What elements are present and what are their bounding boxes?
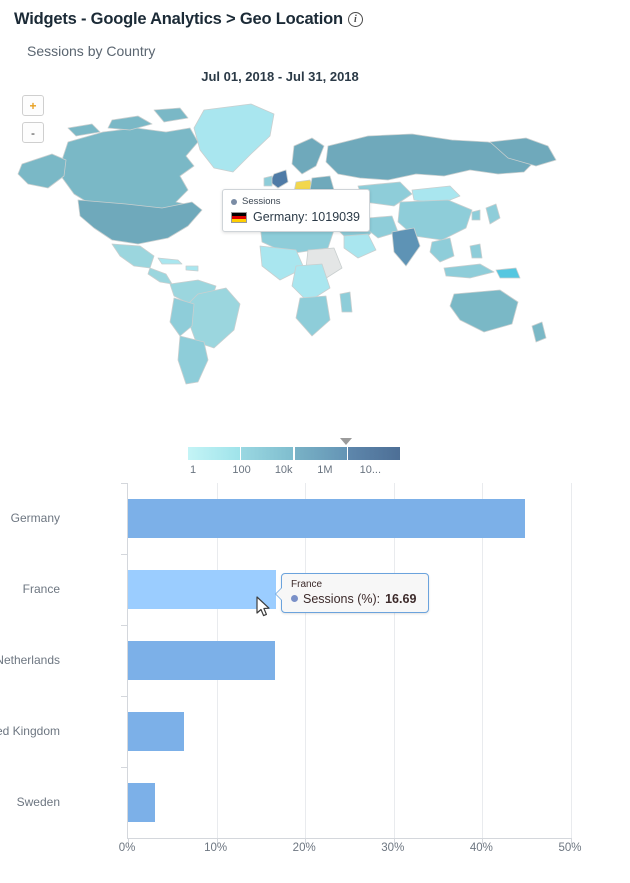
page-header: Widgets - Google Analytics > Geo Locatio…	[0, 0, 630, 29]
y-axis-tick	[121, 767, 128, 768]
map-tooltip-value-row: Germany: 1019039	[231, 210, 361, 224]
map-tooltip-value: Germany: 1019039	[253, 210, 361, 224]
map-region-australia[interactable]	[449, 289, 519, 333]
y-axis-label: France	[22, 582, 60, 596]
legend-label-1: 100	[232, 464, 251, 476]
plus-icon: +	[29, 98, 37, 113]
bar-chart-tooltip: France Sessions (%): 16.69	[275, 573, 429, 613]
map-panel: Sessions by Country Jul 01, 2018 - Jul 3…	[0, 43, 630, 476]
map-subtitle: Sessions by Country	[27, 43, 156, 59]
x-axis-label: 40%	[469, 842, 493, 854]
bar-row[interactable]: United Kingdom	[0, 696, 571, 767]
map-region-central-america[interactable]	[147, 267, 173, 285]
sessions-by-country-bar-chart: Germany France Netherlands United Kingdom Sw…	[0, 478, 630, 878]
tooltip-pointer	[276, 588, 282, 600]
legend-label-3: 1M	[317, 464, 333, 476]
y-axis-label: Sweden	[16, 795, 60, 809]
map-region-sea-indochina[interactable]	[429, 237, 455, 263]
map-region-arctic-isl-1[interactable]	[107, 115, 153, 131]
page-title: Widgets - Google Analytics > Geo Locatio…	[14, 10, 343, 28]
map-region-ireland[interactable]	[263, 175, 273, 187]
map-region-indonesia[interactable]	[443, 263, 495, 279]
y-axis-label: Germany	[10, 511, 60, 525]
bar-row[interactable]: Germany	[11, 483, 571, 554]
world-choropleth-map[interactable]	[8, 98, 564, 398]
y-axis-tick	[121, 625, 128, 626]
map-region-usa[interactable]	[77, 199, 203, 245]
legend-band-2	[241, 447, 294, 460]
map-region-new-zealand[interactable]	[531, 321, 547, 343]
y-axis-tick	[121, 554, 128, 555]
legend-band-3	[294, 447, 347, 460]
map-date-range: Jul 01, 2018 - Jul 31, 2018	[201, 69, 359, 84]
bar-tooltip-title: France	[291, 579, 323, 590]
bar-row[interactable]: Netherlands	[0, 625, 571, 696]
y-axis-tick	[121, 483, 128, 484]
map-tooltip-series: Sessions	[231, 196, 361, 207]
y-axis-label: Netherlands	[0, 653, 60, 667]
mouse-pointer-icon	[256, 596, 270, 617]
x-axis-label: 20%	[292, 842, 316, 854]
y-axis-label: United Kingdom	[0, 724, 60, 738]
map-region-hispaniola[interactable]	[185, 265, 199, 272]
map-region-arctic-isl-2[interactable]	[153, 107, 189, 123]
map-region-india[interactable]	[391, 227, 421, 267]
map-region-argentina-chile[interactable]	[177, 335, 209, 385]
legend-marker-icon	[340, 438, 352, 445]
minus-icon: -	[31, 125, 35, 140]
legend-labels: 1 100 10k 1M 10...	[188, 464, 400, 476]
legend-label-0: 1	[190, 464, 197, 476]
legend-bands	[188, 447, 400, 460]
legend-band-4	[348, 447, 400, 460]
map-region-japan[interactable]	[485, 203, 501, 225]
map-tooltip: Sessions Germany: 1019039	[222, 189, 370, 232]
map-region-alaska[interactable]	[17, 153, 67, 189]
map-region-mexico[interactable]	[111, 243, 155, 269]
map-region-png[interactable]	[495, 267, 521, 279]
map-region-greenland[interactable]	[193, 103, 275, 173]
bar-tooltip-value: 16.69	[385, 592, 417, 606]
bar-plot-area: Germany France Netherlands United Kingdom Sw…	[0, 483, 572, 844]
series-dot-icon	[291, 595, 298, 602]
x-axis-label: 0%	[118, 842, 136, 854]
bar-tooltip-row: Sessions (%): 16.69	[291, 592, 420, 606]
map-region-uk[interactable]	[269, 169, 289, 189]
map-region-peru-bolivia[interactable]	[169, 297, 195, 337]
bar-tooltip-series-label: Sessions (%):	[303, 592, 381, 606]
legend-label-4: 10...	[359, 464, 382, 476]
y-axis-tick	[121, 696, 128, 697]
map-region-southern-africa[interactable]	[295, 295, 331, 337]
map-region-scandinavia[interactable]	[291, 137, 325, 175]
map-region-philippines[interactable]	[469, 243, 483, 259]
bar-france[interactable]	[128, 570, 276, 609]
bar-netherlands[interactable]	[128, 641, 276, 680]
bar-germany[interactable]	[128, 499, 525, 538]
legend-band-1	[188, 447, 240, 460]
x-axis-label: 30%	[381, 842, 405, 854]
zoom-in-button[interactable]: +	[22, 95, 44, 116]
bar-row[interactable]: Sweden	[17, 767, 571, 838]
legend-label-2: 10k	[274, 464, 293, 476]
zoom-out-button[interactable]: -	[22, 122, 44, 143]
bar-sweden[interactable]	[128, 783, 155, 822]
map-tooltip-series-label: Sessions	[242, 196, 281, 207]
map-color-legend[interactable]: 1 100 10k 1M 10...	[188, 438, 400, 476]
germany-flag-icon	[231, 211, 247, 223]
map-region-saudi[interactable]	[343, 233, 377, 259]
info-icon[interactable]: i	[347, 12, 363, 27]
map-region-madagascar[interactable]	[339, 291, 353, 313]
map-region-brazil[interactable]	[187, 287, 241, 349]
map-region-cuba[interactable]	[157, 257, 183, 265]
gridline	[571, 483, 572, 838]
x-axis-label: 10%	[204, 842, 228, 854]
bar-united-kingdom[interactable]	[128, 712, 184, 751]
map-zoom-controls: + -	[22, 95, 44, 149]
series-dot-icon	[231, 198, 237, 205]
x-axis-label: 50%	[558, 842, 582, 854]
map-region-korea[interactable]	[471, 209, 481, 221]
